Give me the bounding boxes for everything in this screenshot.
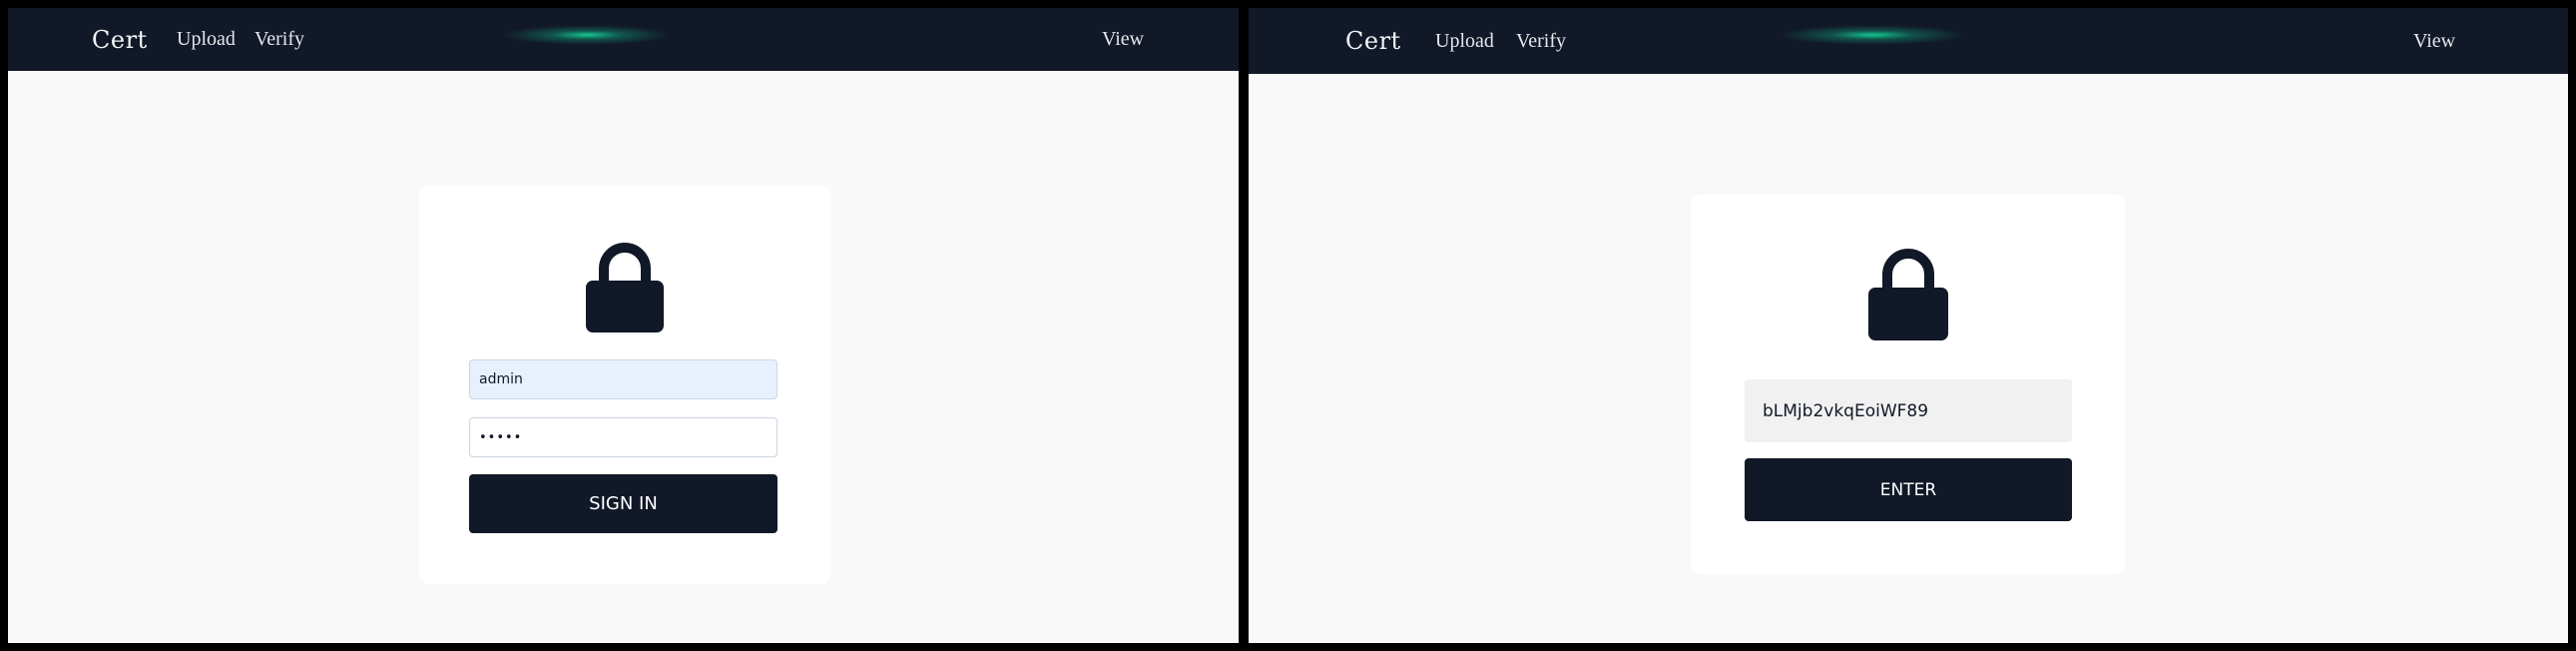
enter-button[interactable]: ENTER	[1745, 458, 2072, 521]
glow-accent	[502, 25, 672, 45]
access-code-card: bLMjb2vkqEoiWF89 ENTER	[1691, 195, 2125, 574]
password-input[interactable]: •••••	[469, 417, 777, 457]
nav-link-upload[interactable]: Upload	[177, 8, 236, 71]
glow-accent	[1778, 25, 1967, 45]
access-code-input[interactable]: bLMjb2vkqEoiWF89	[1745, 379, 2072, 442]
username-input[interactable]: admin	[469, 359, 777, 399]
navbar: Cert Upload Verify View	[1249, 8, 2568, 74]
navbar: Cert Upload Verify View	[8, 8, 1239, 71]
sign-in-button[interactable]: SIGN IN	[469, 474, 777, 533]
nav-link-view[interactable]: View	[1102, 8, 1144, 71]
lock-icon	[586, 243, 664, 332]
nav-link-verify[interactable]: Verify	[255, 8, 304, 71]
nav-link-view[interactable]: View	[2413, 8, 2455, 74]
nav-link-verify[interactable]: Verify	[1516, 8, 1566, 74]
login-window: Cert Upload Verify View admin ••••• SIGN…	[8, 8, 1239, 643]
access-code-window: Cert Upload Verify View bLMjb2vkqEoiWF89…	[1249, 8, 2568, 643]
brand-logo[interactable]: Cert	[92, 8, 148, 71]
lock-icon	[1868, 248, 1948, 340]
nav-link-upload[interactable]: Upload	[1435, 8, 1494, 74]
login-card: admin ••••• SIGN IN	[419, 185, 830, 584]
brand-logo[interactable]: Cert	[1345, 8, 1401, 74]
